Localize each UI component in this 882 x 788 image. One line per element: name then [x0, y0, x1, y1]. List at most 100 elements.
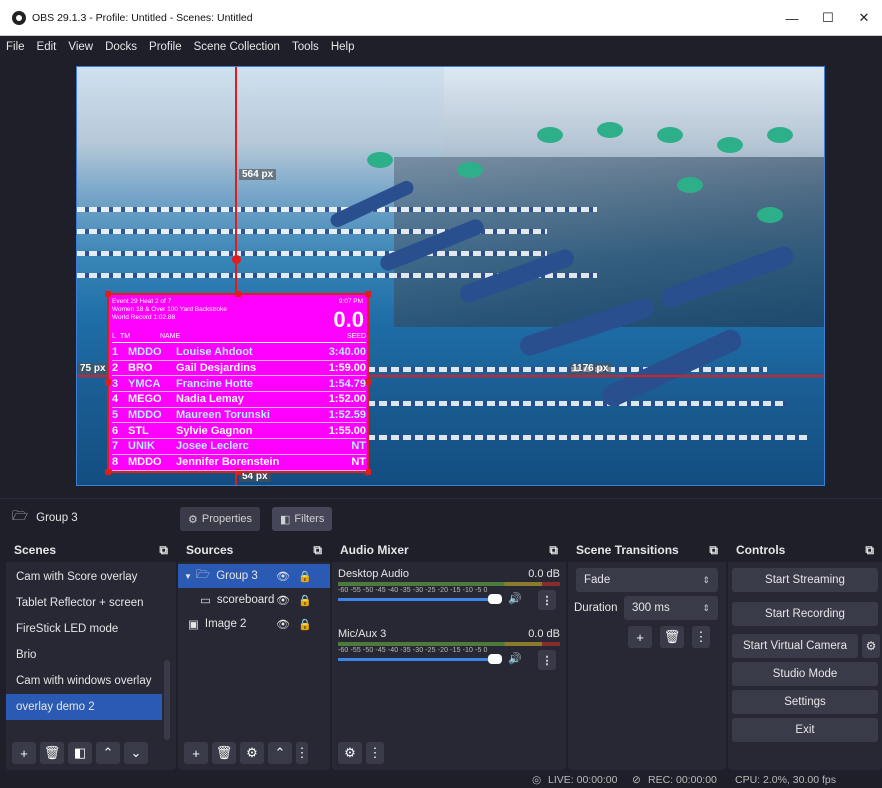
menu-file[interactable]: File [6, 41, 25, 53]
more-options-icon[interactable]: ⋮ [296, 742, 309, 764]
exit-button[interactable]: Exit [732, 718, 878, 742]
volume-meter [338, 642, 560, 646]
scenes-dock-title: Scenes ⧉ [6, 538, 176, 562]
scene-filters-button[interactable]: ◧ [68, 742, 92, 764]
duration-spinbox[interactable]: 300 ms ⇕ [624, 596, 718, 620]
transitions-title: Scene Transitions [576, 543, 679, 557]
menu-docks[interactable]: Docks [105, 41, 137, 53]
move-source-up-button[interactable]: ⌃ [268, 742, 292, 764]
swim-cap [597, 122, 623, 138]
scene-item[interactable]: Cam with Score overlay [6, 564, 176, 590]
menu-profile[interactable]: Profile [149, 41, 182, 53]
source-item[interactable]: ▭ scoreboard 👁 🔒 [178, 588, 330, 612]
image-icon: ▣ [188, 619, 199, 631]
menu-view[interactable]: View [68, 41, 93, 53]
scene-item[interactable]: Cam with windows overlay [6, 668, 176, 694]
source-item[interactable]: ▣ Image 2 👁 🔒 [178, 612, 330, 636]
filter-icon: ◧ [280, 513, 291, 526]
undock-icon[interactable]: ⧉ [159, 543, 168, 558]
lane-rope [77, 251, 547, 256]
move-scene-up-button[interactable]: ⌃ [96, 742, 120, 764]
studio-mode-button[interactable]: Studio Mode [732, 662, 878, 686]
start-virtual-camera-button[interactable]: Start Virtual Camera [732, 634, 858, 658]
remove-scene-button[interactable]: 🗑 [40, 742, 64, 764]
transitions-body: Fade ⇕ Duration 300 ms ⇕ + 🗑 ⋮ [568, 564, 726, 736]
transitions-dock-title: Scene Transitions ⧉ [568, 538, 726, 562]
chevron-updown-icon[interactable]: ⇕ [702, 603, 710, 614]
menu-edit[interactable]: Edit [37, 41, 57, 53]
expand-arrow-icon[interactable]: ▼ [184, 572, 192, 581]
add-scene-button[interactable]: + [12, 742, 36, 764]
more-options-icon[interactable]: ⋮ [366, 742, 384, 764]
close-button[interactable]: ✕ [846, 0, 882, 36]
visibility-icon[interactable]: 👁 [276, 594, 290, 607]
volume-slider-handle[interactable] [488, 594, 502, 604]
undock-icon[interactable]: ⧉ [865, 543, 874, 558]
undock-icon[interactable]: ⧉ [709, 543, 718, 558]
scene-item-selected[interactable]: overlay demo 2 [6, 694, 162, 720]
window-titlebar: OBS 29.1.3 - Profile: Untitled - Scenes:… [0, 0, 882, 36]
more-options-icon[interactable]: ⋮ [538, 650, 556, 670]
remove-source-button[interactable]: 🗑 [212, 742, 236, 764]
minimize-button[interactable]: — [774, 0, 810, 36]
preview-canvas[interactable]: 564 px 75 px 1176 px 54 px Event 29 Heat… [76, 66, 825, 486]
resize-handle[interactable] [105, 379, 111, 385]
undock-icon[interactable]: ⧉ [313, 543, 322, 558]
filters-button[interactable]: ◧ Filters [272, 507, 333, 531]
menu-scene-collection[interactable]: Scene Collection [194, 41, 280, 53]
add-transition-button[interactable]: + [628, 626, 652, 648]
speaker-icon[interactable]: 🔊 [508, 652, 522, 665]
add-source-button[interactable]: + [184, 742, 208, 764]
more-options-icon[interactable]: ⋮ [692, 626, 710, 648]
scenes-scrollbar[interactable] [164, 660, 170, 740]
audio-mixer-title: Audio Mixer [340, 543, 409, 557]
swim-cap [767, 127, 793, 143]
resize-handle[interactable] [105, 291, 111, 297]
swimmer-name: Francine Hotte [176, 377, 254, 390]
lock-icon[interactable]: 🔒 [298, 618, 312, 631]
swim-cap [757, 207, 783, 223]
resize-handle[interactable] [105, 469, 111, 475]
scene-item[interactable]: FireStick LED mode [6, 616, 176, 642]
start-streaming-button[interactable]: Start Streaming [732, 568, 878, 592]
speaker-icon[interactable]: 🔊 [508, 592, 522, 605]
scene-item[interactable]: Tablet Reflector + screen [6, 590, 176, 616]
undock-icon[interactable]: ⧉ [549, 543, 558, 558]
volume-slider-handle[interactable] [488, 654, 502, 664]
move-scene-down-button[interactable]: ⌄ [124, 742, 148, 764]
swimmer-name: Jennifer Borenstein [176, 456, 280, 469]
maximize-button[interactable]: ☐ [810, 0, 846, 36]
menu-tools[interactable]: Tools [292, 41, 319, 53]
preview-area: 564 px 75 px 1176 px 54 px Event 29 Heat… [0, 58, 882, 498]
transition-select[interactable]: Fade ⇕ [576, 568, 718, 592]
lock-icon[interactable]: 🔒 [298, 594, 312, 607]
swimmer-name: Nadia Lemay [176, 393, 244, 406]
resize-handle[interactable] [235, 291, 241, 297]
seed: 1:52.59 [328, 409, 366, 422]
col-lane: L [112, 333, 116, 340]
virtual-camera-settings-icon[interactable]: ⚙ [862, 634, 880, 658]
settings-button[interactable]: Settings [732, 690, 878, 714]
meter-scale: -60 -55 -50 -45 -40 -35 -30 -25 -20 -15 … [338, 647, 488, 654]
source-group-item[interactable]: ▼ 🗁 Group 3 👁 🔒 [178, 564, 330, 588]
source-properties-button[interactable]: ⚙ [240, 742, 264, 764]
rotation-handle[interactable] [232, 255, 241, 264]
chevron-updown-icon: ⇕ [702, 574, 710, 585]
scoreboard-overlay[interactable]: Event 29 Heat 2 of 7 Women 18 & Over 100… [105, 291, 371, 475]
folder-icon: 🗁 [12, 507, 29, 523]
scene-item[interactable]: Brio [6, 642, 176, 668]
advanced-audio-icon[interactable]: ⚙ [338, 742, 362, 764]
seed: 1:54.79 [328, 377, 366, 390]
visibility-icon[interactable]: 👁 [276, 618, 290, 631]
visibility-icon[interactable]: 👁 [276, 570, 290, 583]
remove-transition-button[interactable]: 🗑 [660, 626, 684, 648]
properties-button[interactable]: ⚙ Properties [180, 507, 261, 531]
volume-slider-track[interactable] [338, 658, 496, 661]
lock-icon[interactable]: 🔒 [298, 570, 312, 583]
menu-help[interactable]: Help [331, 41, 355, 53]
controls-body: Start Streaming Start Recording Start Vi… [728, 564, 882, 770]
volume-slider-track[interactable] [338, 598, 496, 601]
resize-handle[interactable] [365, 291, 371, 297]
start-recording-button[interactable]: Start Recording [732, 602, 878, 626]
more-options-icon[interactable]: ⋮ [538, 590, 556, 610]
